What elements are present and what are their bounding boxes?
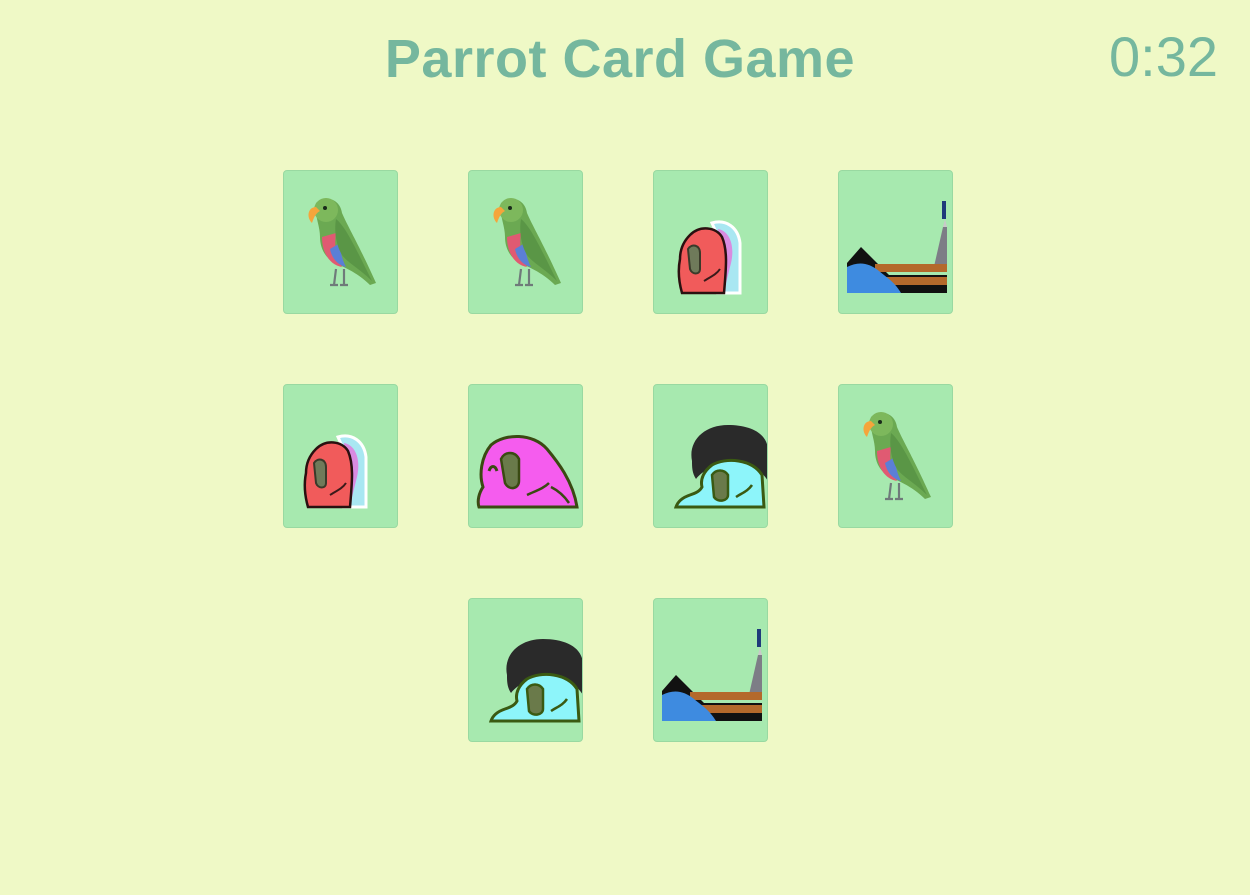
card-8[interactable] xyxy=(838,384,953,528)
card-10[interactable] xyxy=(653,598,768,742)
card-2[interactable] xyxy=(468,170,583,314)
ship-parrot-icon xyxy=(847,201,947,293)
ship-parrot-icon xyxy=(662,629,762,721)
card-5[interactable] xyxy=(283,384,398,528)
card-9[interactable] xyxy=(468,598,583,742)
green-parrot-icon xyxy=(308,198,376,287)
card-6[interactable] xyxy=(468,384,583,528)
card-board xyxy=(0,0,1250,895)
red-party-parrot-icon xyxy=(677,220,742,295)
green-parrot-icon xyxy=(863,412,931,501)
magenta-party-parrot-icon xyxy=(476,434,579,509)
red-party-parrot-icon xyxy=(303,434,368,509)
card-1[interactable] xyxy=(283,170,398,314)
cyan-afro-parrot-icon xyxy=(488,639,582,723)
card-3[interactable] xyxy=(653,170,768,314)
card-7[interactable] xyxy=(653,384,768,528)
cyan-afro-parrot-icon xyxy=(673,425,767,509)
card-4[interactable] xyxy=(838,170,953,314)
green-parrot-icon xyxy=(493,198,561,287)
